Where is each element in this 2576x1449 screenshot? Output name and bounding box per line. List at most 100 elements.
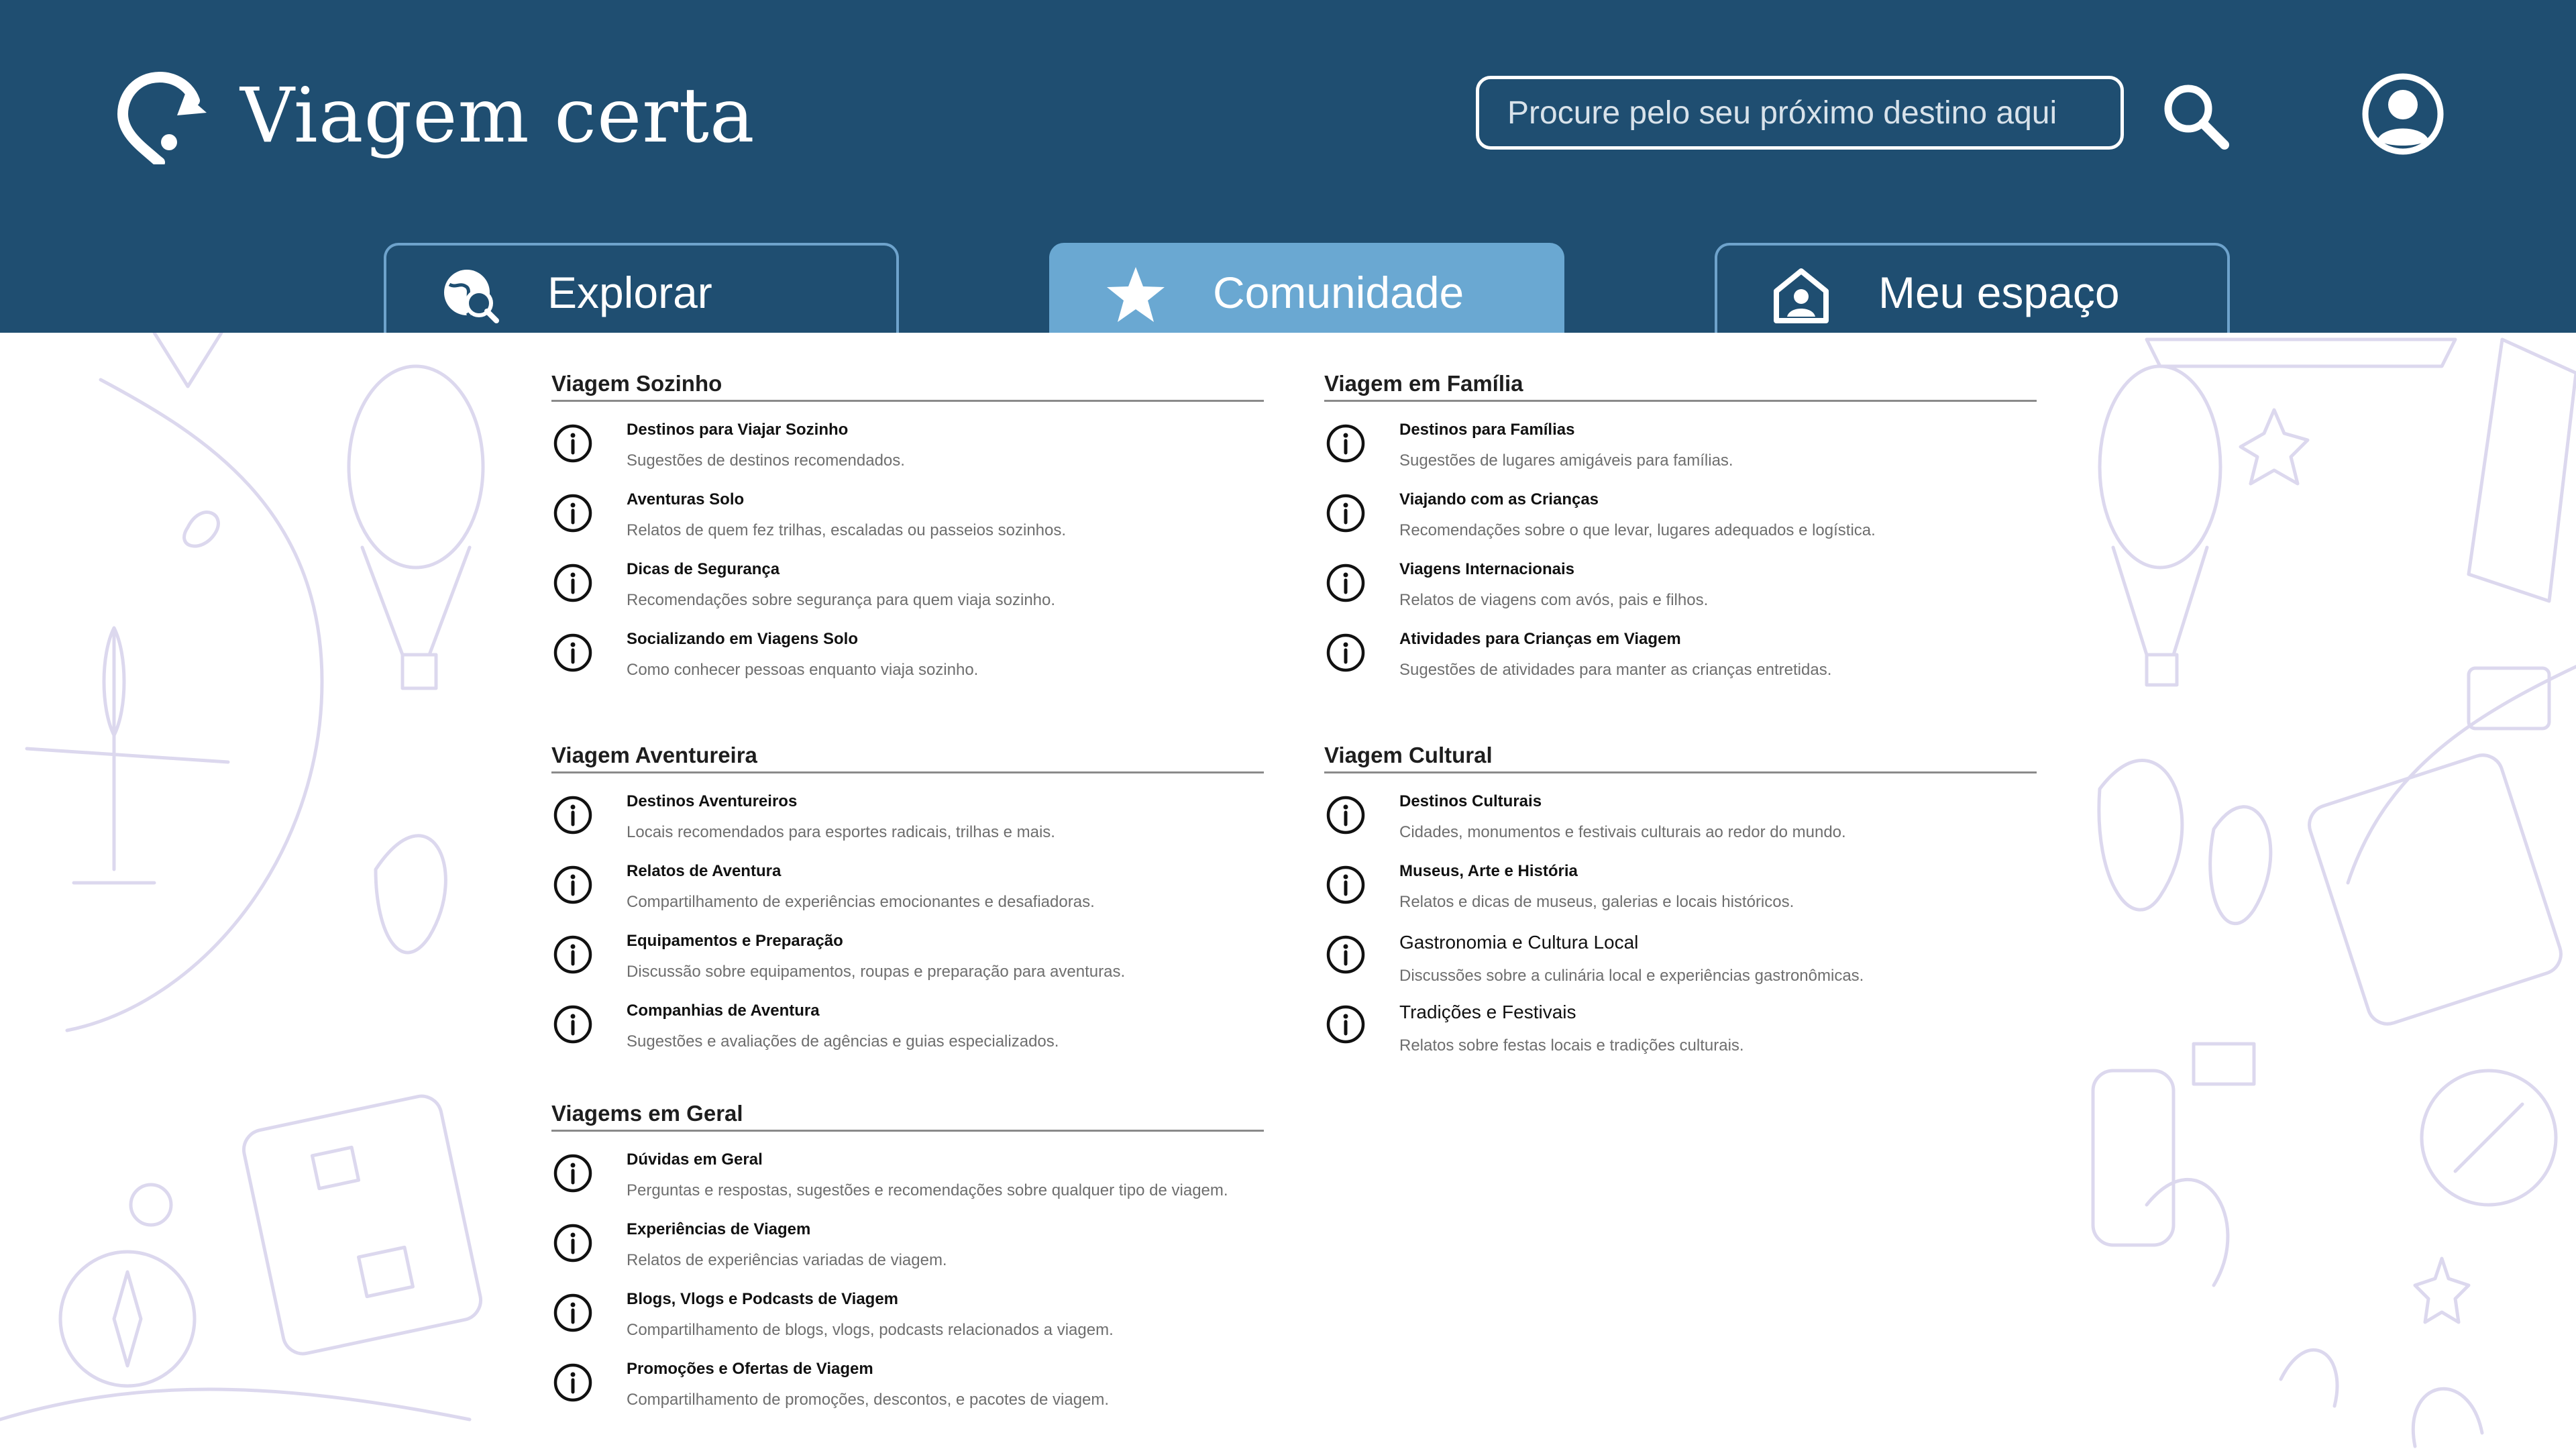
topic-title[interactable]: Equipamentos e Preparação — [627, 932, 843, 951]
info-icon[interactable] — [551, 1361, 594, 1404]
topic-item[interactable]: Destinos para Famílias Sugestões de lugar… — [1324, 409, 2037, 478]
info-icon[interactable] — [551, 631, 594, 674]
topic-item[interactable]: Promoções e Ofertas de Viagem Compartilha… — [551, 1348, 1264, 1417]
topic-description: Relatos sobre festas locais e tradições … — [1399, 1036, 1744, 1055]
topic-list: Destinos para Famílias Sugestões de lugar… — [1324, 409, 2037, 688]
info-icon[interactable] — [1324, 492, 1367, 535]
info-icon[interactable] — [551, 492, 594, 535]
info-icon[interactable] — [551, 1003, 594, 1046]
section-title: Viagem Cultural — [1324, 739, 2037, 773]
info-icon[interactable] — [1324, 422, 1367, 465]
topic-item[interactable]: Socializando em Viagens Solo Como conhece… — [551, 618, 1264, 688]
topic-description: Compartilhamento de experiências emocion… — [627, 893, 1095, 911]
topic-description: Recomendações sobre o que levar, lugares… — [1399, 521, 1876, 539]
topic-title[interactable]: Destinos Aventureiros — [627, 792, 797, 811]
topic-title[interactable]: Gastronomia e Cultura Local — [1399, 932, 1638, 953]
topic-description: Cidades, monumentos e festivais culturai… — [1399, 823, 1846, 841]
topic-title[interactable]: Relatos de Aventura — [627, 862, 781, 881]
topic-item[interactable]: Dúvidas em Geral Perguntas e respostas, s… — [551, 1138, 1264, 1208]
info-icon[interactable] — [551, 863, 594, 906]
topic-title[interactable]: Viajando com as Crianças — [1399, 490, 1599, 509]
topic-title[interactable]: Destinos para Famílias — [1399, 421, 1574, 439]
app-header: Viagem certa Explorar Comunidade Meu esp… — [0, 0, 2576, 333]
info-icon[interactable] — [551, 933, 594, 976]
section-title: Viagem em Família — [1324, 368, 2037, 402]
info-icon[interactable] — [1324, 863, 1367, 906]
topic-item[interactable]: Destinos Aventureiros Locais recomendados… — [551, 780, 1264, 850]
tab-label: Explorar — [547, 268, 712, 317]
topic-item[interactable]: Companhias de Aventura Sugestões e avalia… — [551, 989, 1264, 1059]
section-viagem-cultural: Viagem Cultural Destinos Culturais Cidades… — [1324, 739, 2037, 1059]
topic-list: Dúvidas em Geral Perguntas e respostas, s… — [551, 1138, 1264, 1417]
topic-item[interactable]: Tradições e Festivais Relatos sobre festa… — [1324, 989, 2037, 1059]
topic-title[interactable]: Museus, Arte e História — [1399, 862, 1578, 881]
topic-description: Sugestões de lugares amigáveis para famí… — [1399, 451, 1733, 470]
topic-title[interactable]: Atividades para Crianças em Viagem — [1399, 630, 1681, 649]
info-icon[interactable] — [551, 422, 594, 465]
topic-item[interactable]: Museus, Arte e História Relatos e dicas d… — [1324, 850, 2037, 920]
tab-label: Meu espaço — [1878, 268, 2120, 317]
topic-title[interactable]: Blogs, Vlogs e Podcasts de Viagem — [627, 1290, 898, 1309]
topic-item[interactable]: Equipamentos e Preparação Discussão sobre… — [551, 920, 1264, 989]
topic-title[interactable]: Tradições e Festivais — [1399, 1002, 1576, 1023]
topic-item[interactable]: Destinos Culturais Cidades, monumentos e … — [1324, 780, 2037, 850]
topic-title[interactable]: Dicas de Segurança — [627, 560, 780, 579]
info-icon[interactable] — [551, 561, 594, 604]
topic-title[interactable]: Viagens Internacionais — [1399, 560, 1574, 579]
section-viagem-sozinho: Viagem Sozinho Destinos para Viajar Sozin… — [551, 368, 1264, 688]
info-icon[interactable] — [1324, 1003, 1367, 1046]
tab-label: Comunidade — [1213, 268, 1464, 317]
topic-description: Perguntas e respostas, sugestões e recom… — [627, 1181, 1228, 1199]
topic-item[interactable]: Viajando com as Crianças Recomendações so… — [1324, 478, 2037, 548]
section-title: Viagem Sozinho — [551, 368, 1264, 402]
tab-meu-espaco[interactable]: Meu espaço — [1715, 243, 2230, 333]
section-viagens-em-geral: Viagems em Geral Dúvidas em Geral Pergunta… — [551, 1097, 1264, 1417]
topic-item[interactable]: Gastronomia e Cultura Local Discussões so… — [1324, 920, 2037, 989]
topic-item[interactable]: Relatos de Aventura Compartilhamento de e… — [551, 850, 1264, 920]
topic-title[interactable]: Socializando em Viagens Solo — [627, 630, 858, 649]
topic-list: Destinos Aventureiros Locais recomendados… — [551, 780, 1264, 1059]
topic-description: Recomendações sobre segurança para quem … — [627, 591, 1056, 609]
topic-title[interactable]: Promoções e Ofertas de Viagem — [627, 1360, 873, 1379]
topic-description: Sugestões de atividades para manter as c… — [1399, 661, 1832, 679]
topic-description: Relatos de viagens com avós, pais e filh… — [1399, 591, 1709, 609]
user-profile-icon[interactable] — [2361, 72, 2445, 156]
search-icon[interactable] — [2159, 79, 2233, 153]
section-title: Viagem Aventureira — [551, 739, 1264, 773]
section-viagem-em-familia: Viagem em Família Destinos para Famílias S… — [1324, 368, 2037, 688]
topic-description: Como conhecer pessoas enquanto viaja soz… — [627, 661, 979, 679]
info-icon[interactable] — [551, 794, 594, 837]
app-title: Viagem certa — [240, 72, 755, 160]
topic-item[interactable]: Aventuras Solo Relatos de quem fez trilha… — [551, 478, 1264, 548]
topic-item[interactable]: Atividades para Crianças em Viagem Sugest… — [1324, 618, 2037, 688]
topic-title[interactable]: Companhias de Aventura — [627, 1002, 820, 1020]
topic-item[interactable]: Viagens Internacionais Relatos de viagens… — [1324, 548, 2037, 618]
topic-description: Relatos de quem fez trilhas, escaladas o… — [627, 521, 1067, 539]
info-icon[interactable] — [1324, 561, 1367, 604]
topic-item[interactable]: Experiências de Viagem Relatos de experiê… — [551, 1208, 1264, 1278]
topic-description: Compartilhamento de promoções, descontos… — [627, 1391, 1110, 1409]
info-icon[interactable] — [1324, 794, 1367, 837]
topic-title[interactable]: Dúvidas em Geral — [627, 1150, 763, 1169]
topic-description: Relatos de experiências variadas de viag… — [627, 1251, 947, 1269]
info-icon[interactable] — [1324, 631, 1367, 674]
section-viagem-aventureira: Viagem Aventureira Destinos Aventureiros L… — [551, 739, 1264, 1059]
topic-title[interactable]: Aventuras Solo — [627, 490, 744, 509]
travel-pin-logo-icon — [117, 72, 207, 164]
topic-description: Sugestões de destinos recomendados. — [627, 451, 905, 470]
info-icon[interactable] — [551, 1222, 594, 1265]
topic-description: Discussão sobre equipamentos, roupas e p… — [627, 963, 1126, 981]
topic-item[interactable]: Dicas de Segurança Recomendações sobre se… — [551, 548, 1264, 618]
info-icon[interactable] — [1324, 933, 1367, 976]
topic-item[interactable]: Blogs, Vlogs e Podcasts de Viagem Compart… — [551, 1278, 1264, 1348]
topic-title[interactable]: Experiências de Viagem — [627, 1220, 810, 1239]
tab-explorar[interactable]: Explorar — [384, 243, 899, 333]
info-icon[interactable] — [551, 1291, 594, 1334]
topic-title[interactable]: Destinos para Viajar Sozinho — [627, 421, 848, 439]
search-input[interactable] — [1476, 76, 2124, 150]
tab-comunidade[interactable]: Comunidade — [1049, 243, 1564, 333]
topic-item[interactable]: Destinos para Viajar Sozinho Sugestões de… — [551, 409, 1264, 478]
globe-search-icon — [444, 270, 499, 323]
topic-title[interactable]: Destinos Culturais — [1399, 792, 1542, 811]
info-icon[interactable] — [551, 1152, 594, 1195]
